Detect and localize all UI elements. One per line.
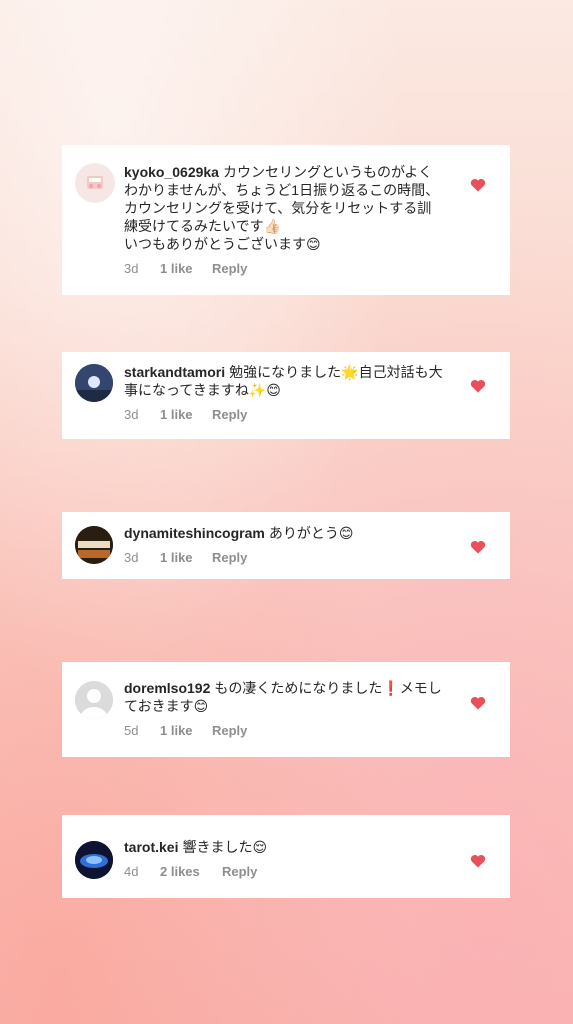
comment-body: starkandtamori 勉強になりました🌟自己対話も大事になってきますね✨😊… xyxy=(124,363,444,422)
reply-button[interactable]: Reply xyxy=(212,407,247,422)
comment-body: doremlso192 もの凄くためになりました❗メモしておきます😊 5d 1 l… xyxy=(124,679,444,738)
comment-text: dynamiteshincogram ありがとう😊 xyxy=(124,524,444,542)
comment-text: doremlso192 もの凄くためになりました❗メモしておきます😊 xyxy=(124,679,444,715)
comment-meta: 4d 2 likes Reply xyxy=(124,864,444,879)
avatar[interactable] xyxy=(75,163,115,203)
heart-icon[interactable] xyxy=(470,379,486,393)
comment-body: dynamiteshincogram ありがとう😊 3d 1 like Reply xyxy=(124,524,444,565)
avatar[interactable] xyxy=(75,364,113,402)
timestamp: 3d xyxy=(124,407,139,422)
comment-text: tarot.kei 響きました😌 xyxy=(124,838,444,856)
comment-text-line2: いつもありがとうございます😊 xyxy=(124,236,321,252)
comment-meta: 3d 1 like Reply xyxy=(124,550,444,565)
username[interactable]: tarot.kei xyxy=(124,839,178,855)
heart-icon[interactable] xyxy=(470,178,486,192)
heart-icon[interactable] xyxy=(470,854,486,868)
heart-icon[interactable] xyxy=(470,540,486,554)
comment-card: doremlso192 もの凄くためになりました❗メモしておきます😊 5d 1 l… xyxy=(62,662,510,757)
avatar[interactable] xyxy=(75,526,113,564)
timestamp: 3d xyxy=(124,261,139,276)
timestamp: 4d xyxy=(124,864,139,879)
comment-card: tarot.kei 響きました😌 4d 2 likes Reply xyxy=(62,815,510,898)
likes-count[interactable]: 1 like xyxy=(160,550,212,565)
comment-card: starkandtamori 勉強になりました🌟自己対話も大事になってきますね✨😊… xyxy=(62,352,510,439)
timestamp: 5d xyxy=(124,723,139,738)
comment-card: dynamiteshincogram ありがとう😊 3d 1 like Reply xyxy=(62,512,510,579)
comment-text: starkandtamori 勉強になりました🌟自己対話も大事になってきますね✨😊 xyxy=(124,363,444,399)
comment-card: kyoko_0629ka カウンセリングというものがよくわかりませんが、ちょうど1… xyxy=(62,145,510,295)
avatar-image xyxy=(75,364,113,402)
username[interactable]: kyoko_0629ka xyxy=(124,164,219,180)
likes-count[interactable]: 1 like xyxy=(160,407,212,422)
comment-text: kyoko_0629ka カウンセリングというものがよくわかりませんが、ちょうど1… xyxy=(124,163,444,235)
username[interactable]: doremlso192 xyxy=(124,680,210,696)
likes-count[interactable]: 1 like xyxy=(160,261,212,276)
likes-count[interactable]: 2 likes xyxy=(160,864,222,879)
avatar-image xyxy=(75,526,113,564)
username[interactable]: starkandtamori xyxy=(124,364,225,380)
avatar[interactable] xyxy=(75,841,113,879)
person-silhouette-icon xyxy=(75,681,113,719)
comment-body: tarot.kei 響きました😌 4d 2 likes Reply xyxy=(124,838,444,879)
comment-meta: 3d 1 like Reply xyxy=(124,407,444,422)
reply-button[interactable]: Reply xyxy=(222,864,257,879)
reply-button[interactable]: Reply xyxy=(212,550,247,565)
comment-meta: 3d 1 like Reply xyxy=(124,261,444,276)
avatar-image xyxy=(76,164,114,202)
reply-button[interactable]: Reply xyxy=(212,723,247,738)
comment-message: ありがとう😊 xyxy=(268,525,354,541)
reply-button[interactable]: Reply xyxy=(212,261,247,276)
username[interactable]: dynamiteshincogram xyxy=(124,525,265,541)
likes-count[interactable]: 1 like xyxy=(160,723,212,738)
comment-meta: 5d 1 like Reply xyxy=(124,723,444,738)
timestamp: 3d xyxy=(124,550,139,565)
heart-icon[interactable] xyxy=(470,696,486,710)
comment-message: 響きました😌 xyxy=(182,839,268,855)
avatar-image xyxy=(75,841,113,879)
comment-body: kyoko_0629ka カウンセリングというものがよくわかりませんが、ちょうど1… xyxy=(124,163,444,276)
avatar[interactable] xyxy=(75,681,113,719)
